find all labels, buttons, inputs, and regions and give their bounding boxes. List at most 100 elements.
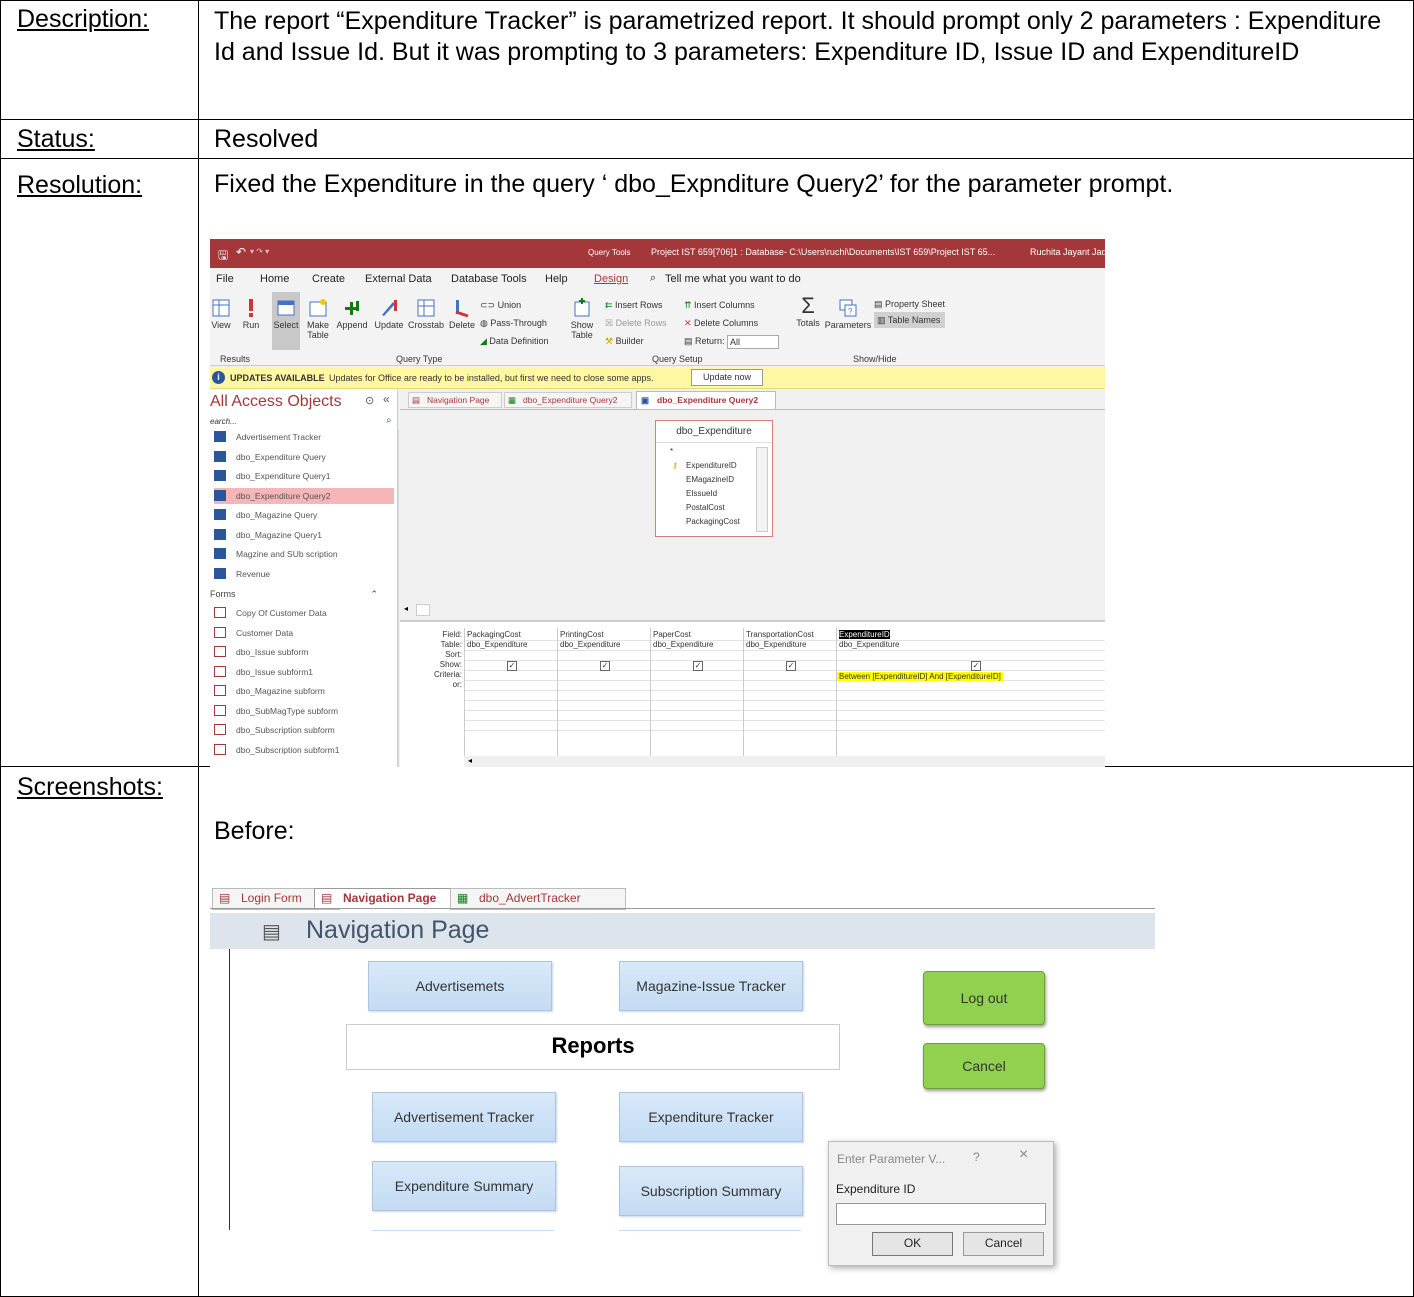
nav-search-icon[interactable]: ⌕ (386, 415, 392, 426)
grid-table-cell[interactable]: dbo_Expenditure (746, 640, 807, 649)
append-button[interactable]: Append (334, 298, 370, 330)
save-icon[interactable]: 🖫 (218, 246, 228, 267)
tell-me-box[interactable]: Tell me what you want to do (665, 273, 801, 285)
show-checkbox[interactable]: ✓ (971, 661, 981, 671)
tab-home[interactable]: Home (260, 273, 289, 285)
doc-tab-query2-design[interactable]: ▣ dbo_Expenditure Query2 (636, 391, 776, 409)
insert-rows-button[interactable]: ⇇ Insert Rows (605, 296, 667, 314)
insert-columns-button[interactable]: ⇈ Insert Columns (684, 296, 779, 314)
grid-field-cell[interactable]: TransportationCost (746, 630, 814, 639)
totals-button[interactable]: Σ Totals (794, 295, 822, 329)
make-table-button[interactable]: Make Table (304, 298, 332, 340)
show-table-button[interactable]: Show Table (566, 298, 598, 340)
table-names-button[interactable]: ▥ Table Names (874, 312, 946, 328)
nav-item-form[interactable]: dbo_Issue subform (214, 644, 394, 660)
doc-tab-navigation-page[interactable]: ▤ Navigation Page (408, 392, 502, 408)
nav-item-query[interactable]: dbo_Magazine Query (214, 507, 394, 523)
show-checkbox[interactable]: ✓ (786, 661, 796, 671)
grid-table-cell[interactable]: dbo_Expenditure (560, 640, 621, 649)
nav-item-form[interactable]: Copy Of Customer Data (214, 605, 394, 621)
nav-item-query[interactable]: Revenue (214, 566, 394, 582)
show-checkbox[interactable]: ✓ (600, 661, 610, 671)
tab-dbo-adverttracker[interactable]: ▦ dbo_AdvertTracker (450, 888, 626, 910)
pass-through-button[interactable]: ◍ Pass-Through (480, 314, 548, 332)
builder-button[interactable]: ⚒ Builder (605, 332, 667, 350)
table-field-item[interactable]: EIssueId (660, 487, 772, 501)
grid-column[interactable]: TransportationCost dbo_Expenditure ✓ (743, 628, 836, 756)
nav-search-input[interactable]: earch... (210, 417, 237, 426)
ok-button[interactable]: OK (872, 1232, 953, 1256)
grid-criteria-cell[interactable]: Between [ExpenditureID] And [Expenditure… (837, 672, 1003, 681)
table-field-item[interactable]: EMagazineID (660, 473, 772, 487)
grid-field-cell[interactable]: PrintingCost (560, 630, 604, 639)
grid-column[interactable]: PaperCost dbo_Expenditure ✓ (650, 628, 743, 756)
grid-table-cell[interactable]: dbo_Expenditure (653, 640, 714, 649)
parameter-input[interactable] (836, 1203, 1046, 1225)
tab-design[interactable]: Design (594, 273, 628, 285)
data-definition-button[interactable]: ◢ Data Definition (480, 332, 548, 350)
magazine-issue-tracker-button[interactable]: Magazine-Issue Tracker (619, 961, 803, 1011)
table-field-item[interactable]: PackagingCost (660, 515, 772, 529)
show-checkbox[interactable]: ✓ (507, 661, 517, 671)
nav-item-query[interactable]: dbo_Expenditure Query2 (214, 487, 394, 504)
parameters-button[interactable]: ? Parameters (824, 298, 872, 330)
table-field-item[interactable]: PostalCost (660, 501, 772, 515)
upper-pane-scrollbar[interactable]: ◂ (400, 602, 1105, 618)
delete-query-button[interactable]: Delete (446, 298, 478, 330)
tab-create[interactable]: Create (312, 273, 345, 285)
nav-item-form[interactable]: Customer Data (214, 625, 394, 641)
crosstab-button[interactable]: Crosstab (408, 298, 444, 330)
scroll-left-icon[interactable]: ◂ (468, 756, 472, 765)
property-sheet-button[interactable]: ▤ Property Sheet (874, 296, 945, 312)
tab-external-data[interactable]: External Data (365, 273, 432, 285)
shutter-bar-close-icon[interactable]: « (383, 392, 390, 406)
help-icon[interactable]: ? (973, 1150, 980, 1164)
subscription-summary-button[interactable]: Subscription Summary (619, 1166, 803, 1216)
advertisements-button[interactable]: Advertisemets (368, 961, 552, 1011)
nav-item-query[interactable]: Magzine and SUb scription (214, 546, 394, 562)
nav-item-form[interactable]: dbo_Subscription subform1 (214, 742, 394, 758)
nav-group-forms[interactable]: Forms ⌃ (210, 589, 386, 599)
union-button[interactable]: ⊂⊃ Union (480, 296, 548, 314)
expenditure-tracker-button[interactable]: Expenditure Tracker (619, 1092, 803, 1142)
nav-item-form[interactable]: dbo_SubMagType subform (214, 703, 394, 719)
nav-item-query[interactable]: dbo_Expenditure Query1 (214, 468, 394, 484)
redo-icon[interactable]: ▾ ↷ ▾ (250, 247, 269, 256)
select-button[interactable]: Select (272, 292, 300, 350)
collapse-icon[interactable]: ⌃ (370, 589, 378, 600)
tab-file[interactable]: File (216, 273, 234, 285)
scroll-left-icon[interactable]: ◂ (404, 604, 408, 613)
grid-table-cell[interactable]: dbo_Expenditure (839, 640, 900, 649)
expenditure-summary-button[interactable]: Expenditure Summary (372, 1161, 556, 1211)
nav-item-form[interactable]: dbo_Magazine subform (214, 683, 394, 699)
return-select[interactable]: All (727, 334, 780, 349)
nav-item-query[interactable]: dbo_Magazine Query1 (214, 527, 394, 543)
advertisement-tracker-button[interactable]: Advertisement Tracker (372, 1092, 556, 1142)
tab-help[interactable]: Help (545, 273, 568, 285)
dialog-cancel-button[interactable]: Cancel (963, 1232, 1044, 1256)
close-icon[interactable]: × (1019, 1146, 1028, 1164)
show-checkbox[interactable]: ✓ (693, 661, 703, 671)
grid-scrollbar[interactable]: ◂ (464, 756, 1105, 767)
grid-column[interactable]: PackagingCost dbo_Expenditure ✓ (464, 628, 557, 756)
grid-field-cell[interactable]: PaperCost (653, 630, 691, 639)
update-button[interactable]: Update (372, 298, 406, 330)
undo-icon[interactable]: ↶ (236, 245, 246, 259)
grid-field-cell[interactable]: ExpenditureID (839, 630, 890, 639)
nav-item-form[interactable]: dbo_Subscription subform (214, 722, 394, 738)
table-field-item[interactable]: ⚷ ExpenditureID (660, 459, 772, 473)
scroll-thumb[interactable] (416, 604, 430, 616)
nav-item-query[interactable]: dbo_Expenditure Query (214, 449, 394, 465)
doc-tab-query2-datasheet[interactable]: ▦ dbo_Expenditure Query2 (504, 392, 632, 408)
logout-button[interactable]: Log out (923, 971, 1045, 1025)
grid-field-cell[interactable]: PackagingCost (467, 630, 521, 639)
table-field-item[interactable]: * (660, 445, 772, 459)
nav-item-form[interactable]: dbo_Issue subform1 (214, 664, 394, 680)
grid-column[interactable]: PrintingCost dbo_Expenditure ✓ (557, 628, 650, 756)
nav-dropdown-icon[interactable]: ⊙ (365, 394, 374, 407)
tab-database-tools[interactable]: Database Tools (451, 273, 527, 285)
view-button[interactable]: View (210, 298, 232, 330)
grid-column[interactable]: ExpenditureID dbo_Expenditure ✓ Between [Ex… (836, 628, 1105, 756)
update-now-button[interactable]: Update now (691, 369, 763, 386)
cancel-button[interactable]: Cancel (923, 1043, 1045, 1089)
